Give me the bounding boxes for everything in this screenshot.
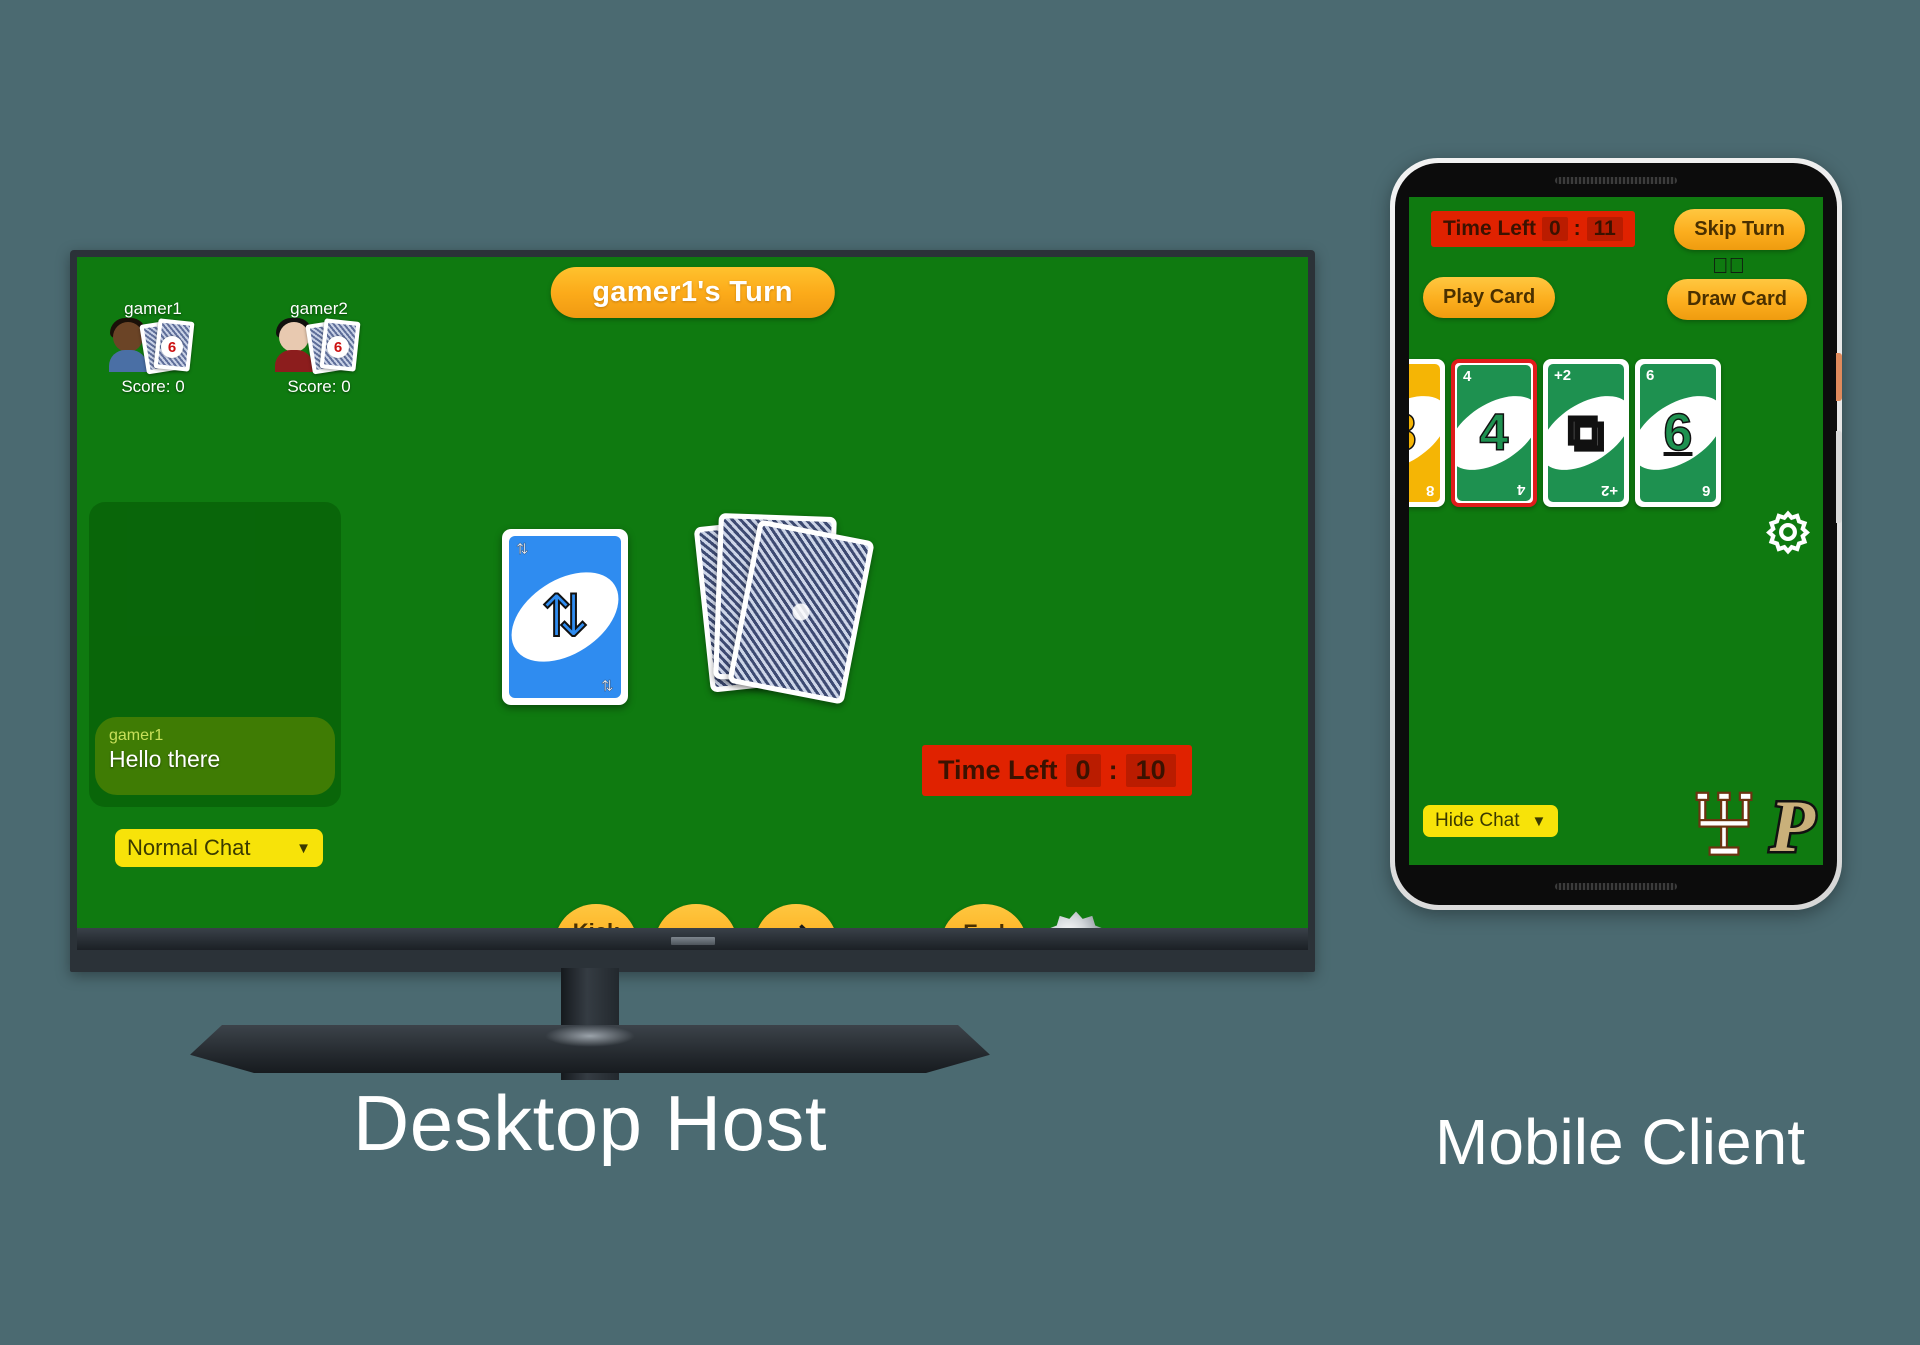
- chat-panel: gamer1 Hello there: [89, 502, 341, 807]
- eye-slash-icon: 👁⃠: [1712, 253, 1745, 278]
- discard-pile-card: ⇅ ⇅ ⇅: [502, 529, 628, 705]
- phone-speaker-icon: [1555, 177, 1677, 184]
- chevron-down-icon: ▼: [1531, 812, 1547, 830]
- hand-card-selected[interactable]: 4 4 4: [1451, 359, 1537, 507]
- phone-bezel: Time Left 0 : 11 Skip Turn 👁⃠ Play Card …: [1395, 163, 1842, 905]
- card-value: 8: [1409, 406, 1417, 460]
- player-list: gamer1 6 Score: 0 gamer2 6 Score: 0: [99, 299, 373, 397]
- phone-power-button[interactable]: [1836, 353, 1842, 401]
- card-corner-value: 4: [1463, 368, 1472, 385]
- card-value: 4: [1479, 404, 1509, 462]
- university-logos: P: [1688, 786, 1818, 865]
- gear-icon[interactable]: [1765, 509, 1811, 555]
- tv-stand-highlight: [545, 1025, 635, 1047]
- card-corner-value: 6: [1701, 482, 1710, 499]
- card-corner-symbol: ⇅: [516, 541, 529, 559]
- timer-minutes: 0: [1065, 754, 1101, 787]
- tv-brand-logo: [670, 937, 715, 945]
- desktop-caption: Desktop Host: [352, 1079, 828, 1167]
- phone-speaker-bottom-icon: [1555, 883, 1677, 890]
- hand-card[interactable]: 6 6 6: [1635, 359, 1721, 507]
- chevron-down-icon: ▼: [296, 839, 311, 857]
- card-count-badge: 6: [327, 336, 349, 358]
- phone-volume-button[interactable]: [1836, 431, 1842, 523]
- mobile-timer-label: Time Left: [1443, 217, 1536, 240]
- player-card[interactable]: gamer1 6 Score: 0: [99, 299, 207, 397]
- timer-seconds: 10: [1125, 754, 1176, 787]
- player-score: Score: 0: [121, 377, 185, 396]
- phone-frame: Time Left 0 : 11 Skip Turn 👁⃠ Play Card …: [1390, 158, 1842, 910]
- phone-screen: Time Left 0 : 11 Skip Turn 👁⃠ Play Card …: [1409, 197, 1823, 865]
- turn-banner: gamer1's Turn: [550, 267, 835, 318]
- tv-screen: gamer1's Turn gamer1 6 Score: 0 gamer2 6…: [77, 257, 1308, 950]
- mobile-turn-timer: Time Left 0 : 11: [1431, 211, 1635, 247]
- player-hand-icon: 6: [305, 318, 367, 376]
- tv-frame: gamer1's Turn gamer1 6 Score: 0 gamer2 6…: [70, 250, 1315, 972]
- card-value: 6: [1663, 404, 1693, 462]
- hand-card[interactable]: 8 8 8: [1409, 359, 1445, 507]
- draw-deck[interactable]: [693, 512, 877, 715]
- card-corner-value: 4: [1516, 481, 1525, 498]
- mobile-timer-colon: :: [1573, 217, 1581, 240]
- mobile-caption: Mobile Client: [1435, 1106, 1805, 1178]
- draw-two-icon: ⧉: [1567, 404, 1606, 462]
- tv-bottom-lip: [77, 928, 1308, 950]
- mobile-timer-minutes: 0: [1541, 217, 1568, 241]
- timer-label: Time Left: [938, 755, 1058, 785]
- player-card[interactable]: gamer2 6 Score: 0: [265, 299, 373, 397]
- card-corner-symbol: ⇅: [601, 676, 614, 694]
- desktop-host-section: gamer1's Turn gamer1 6 Score: 0 gamer2 6…: [0, 0, 1315, 1200]
- timer-colon: :: [1108, 755, 1118, 785]
- player-name: gamer2: [290, 299, 348, 318]
- player-avatar-row: 6: [99, 318, 207, 376]
- player-name: gamer1: [124, 299, 182, 318]
- hand-card[interactable]: +2 ⧉ +2: [1543, 359, 1629, 507]
- iu-logo-icon: [1695, 791, 1753, 856]
- reverse-icon: ⇅: [540, 584, 591, 649]
- mobile-timer-seconds: 11: [1586, 217, 1623, 241]
- mobile-hand: 8 8 8 4 4 4 +2: [1409, 359, 1721, 507]
- card-count-badge: 6: [161, 336, 183, 358]
- chat-message-text: Hello there: [109, 746, 221, 772]
- card-corner-value: +2: [1554, 367, 1572, 384]
- chat-author: gamer1: [109, 727, 164, 744]
- purdue-logo-icon: P: [1767, 786, 1817, 865]
- player-hand-icon: 6: [139, 318, 201, 376]
- play-card-button[interactable]: Play Card: [1423, 277, 1556, 318]
- chat-mode-label: Normal Chat: [127, 835, 251, 860]
- player-avatar-row: 6: [265, 318, 373, 376]
- card-corner-value: 6: [1646, 367, 1655, 384]
- turn-timer: Time Left 0 : 10: [922, 745, 1192, 796]
- hide-chat-label: Hide Chat: [1435, 810, 1520, 831]
- card-corner-value: 8: [1425, 482, 1434, 499]
- skip-turn-button[interactable]: Skip Turn: [1674, 209, 1805, 250]
- draw-card-button[interactable]: Draw Card: [1666, 279, 1807, 320]
- card-corner-value: +2: [1600, 482, 1618, 499]
- chat-mode-dropdown[interactable]: Normal Chat ▼: [115, 829, 323, 867]
- chat-message: gamer1 Hello there: [95, 717, 335, 795]
- hide-chat-dropdown[interactable]: Hide Chat ▼: [1423, 805, 1559, 837]
- player-score: Score: 0: [287, 377, 351, 396]
